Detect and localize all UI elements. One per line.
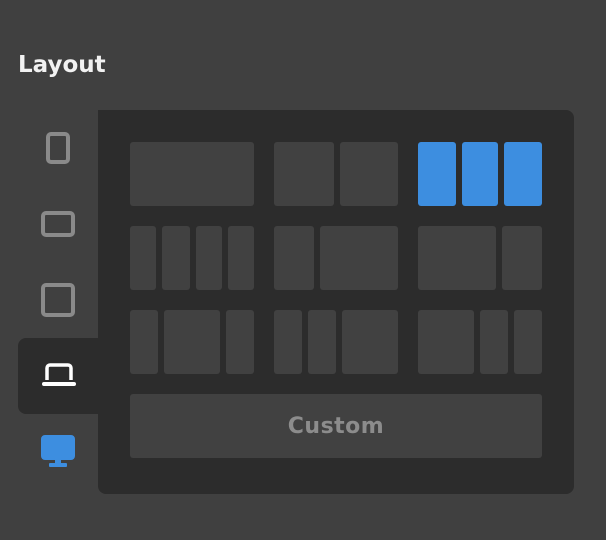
layout-option-2-col-wide-narrow[interactable]	[418, 226, 542, 290]
custom-layout-button[interactable]: Custom	[130, 394, 542, 458]
layout-column	[462, 142, 498, 206]
layout-column	[502, 226, 542, 290]
layout-column	[196, 226, 222, 290]
layout-column	[130, 142, 254, 206]
layout-column	[228, 226, 254, 290]
layout-option-1-col[interactable]	[130, 142, 254, 206]
layout-column	[418, 142, 456, 206]
layout-option-4-col-equal[interactable]	[130, 226, 254, 290]
layout-column	[130, 226, 156, 290]
layout-column	[274, 142, 334, 206]
phone-landscape-icon	[41, 211, 75, 237]
layout-column	[480, 310, 508, 374]
layout-column	[274, 310, 302, 374]
layout-column	[130, 310, 158, 374]
layout-option-3-col-wide-narrow-narrow[interactable]	[418, 310, 542, 374]
layout-column	[340, 142, 398, 206]
layout-option-2-col-narrow-wide[interactable]	[274, 226, 398, 290]
layout-column	[274, 226, 314, 290]
phone-portrait-icon	[46, 132, 70, 164]
layout-column	[308, 310, 336, 374]
laptop-icon	[42, 363, 76, 386]
layout-column	[164, 310, 220, 374]
device-phone-landscape[interactable]	[18, 186, 98, 262]
device-phone[interactable]	[18, 110, 98, 186]
layout-option-3-col-narrow-wide-narrow[interactable]	[130, 310, 254, 374]
desktop-icon	[41, 435, 75, 467]
layout-column	[418, 226, 496, 290]
layout-option-3-col-narrow-narrow-wide[interactable]	[274, 310, 398, 374]
layout-column	[320, 226, 398, 290]
layout-column	[418, 310, 474, 374]
layout-column	[504, 142, 542, 206]
layout-option-2-col-equal[interactable]	[274, 142, 398, 206]
device-desktop[interactable]	[18, 414, 98, 490]
layout-column	[162, 226, 190, 290]
layout-column	[514, 310, 542, 374]
section-title: Layout	[18, 52, 106, 78]
device-laptop[interactable]	[18, 338, 100, 414]
layout-picker: Layout Custom	[0, 0, 606, 540]
layout-grid-panel: Custom	[98, 110, 574, 494]
layout-column	[342, 310, 398, 374]
tablet-icon	[41, 283, 75, 317]
layout-column	[226, 310, 254, 374]
layout-option-3-col-equal[interactable]	[418, 142, 542, 206]
device-tablet[interactable]	[18, 262, 98, 338]
device-list	[18, 110, 100, 490]
